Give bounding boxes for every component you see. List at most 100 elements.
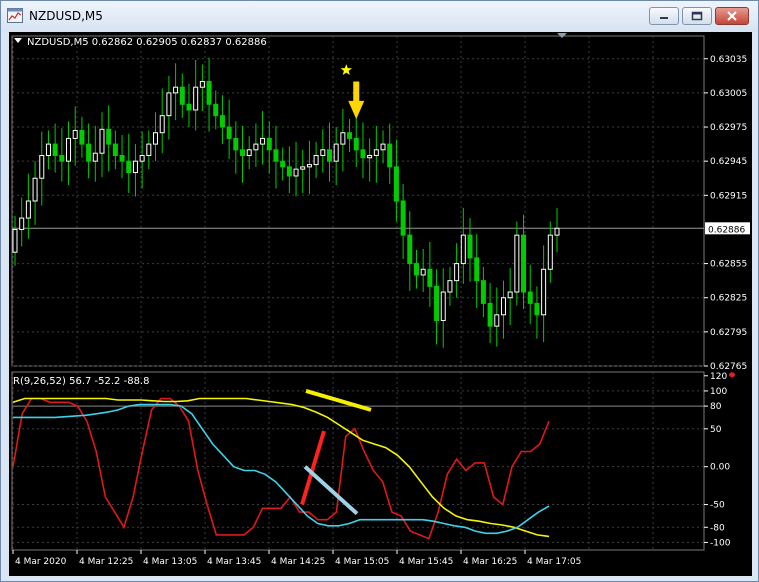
y-tick-label: 0.63005	[710, 89, 747, 99]
candle-body	[186, 103, 192, 111]
candle-body	[219, 115, 225, 128]
candle-body	[32, 177, 38, 202]
star-icon	[340, 64, 352, 75]
candle-body	[132, 160, 138, 174]
candle-body	[106, 128, 112, 145]
candle-body	[146, 143, 152, 156]
candle-body	[487, 302, 493, 327]
candle-body	[420, 268, 426, 276]
y-tick-label: 0.62765	[710, 362, 747, 372]
candle-body	[45, 143, 51, 156]
x-tick-label: 4 Mar 17:05	[527, 557, 581, 567]
candle-body	[500, 297, 506, 316]
indicator-pane-border	[11, 371, 705, 551]
candle-body	[507, 291, 513, 299]
candle-body	[86, 143, 92, 162]
maximize-button[interactable]	[682, 7, 712, 25]
candle-body	[474, 257, 480, 282]
candle-body	[427, 268, 433, 287]
candle-body	[233, 137, 239, 151]
candle-body	[193, 86, 199, 111]
candle-body	[92, 152, 98, 162]
candle-body	[246, 149, 252, 156]
candle-body	[153, 132, 159, 145]
candle-body	[521, 234, 527, 293]
candle-body	[407, 234, 413, 265]
indicator-dot	[729, 372, 735, 378]
candle-body	[353, 137, 359, 151]
chart-area[interactable]: 4 Mar 2020 4 Mar 12:25 4 Mar 13:05 4 Mar 13…	[9, 32, 752, 576]
y-tick-label: 80	[710, 402, 722, 412]
candle-body	[280, 160, 286, 168]
terminal-window: NZDUSD,M5 4 Mar 2020 4 Mar 12:25 4 Mar 13:…	[0, 0, 759, 582]
chart-menu-triangle-icon[interactable]	[14, 38, 22, 43]
candle-body	[534, 302, 540, 316]
trendline-yellow	[305, 389, 372, 412]
candle-body	[541, 268, 547, 316]
candle-body	[387, 143, 393, 168]
down-arrow-icon	[348, 81, 365, 120]
candle-body	[166, 92, 172, 117]
candle-body	[173, 86, 179, 94]
candle-body	[119, 154, 125, 162]
candle-body	[112, 143, 118, 156]
x-tick-label: 4 Mar 13:45	[207, 557, 261, 567]
x-tick-label: 4 Mar 14:25	[271, 557, 325, 567]
candle-body	[226, 126, 232, 139]
candle-body	[527, 291, 533, 304]
candle-body	[213, 103, 219, 117]
candle-body	[333, 143, 339, 162]
candle-body	[79, 129, 85, 145]
y-tick-label: -50	[710, 501, 725, 511]
y-tick-label: -80	[710, 523, 725, 533]
title-bar[interactable]: NZDUSD,M5	[1, 1, 758, 32]
x-tick-label: 4 Mar 15:45	[399, 557, 453, 567]
x-tick-label: 4 Mar 12:25	[79, 557, 133, 567]
candle-body	[313, 154, 319, 166]
candle-body	[480, 280, 486, 304]
y-tick-label: 0.62975	[710, 123, 747, 133]
close-button[interactable]	[715, 7, 749, 25]
trendline-lightblue	[303, 465, 359, 516]
candle-body	[240, 149, 246, 156]
candle-body	[434, 285, 440, 321]
x-tick-label: 4 Mar 2020	[15, 557, 67, 567]
candle-body	[367, 154, 373, 159]
candle-body	[360, 149, 366, 159]
candle-body	[347, 132, 353, 139]
y-tick-label: 100	[710, 387, 727, 397]
y-tick-label: 0.62945	[710, 157, 747, 167]
chart-window-icon	[7, 8, 23, 23]
x-tick-label: 4 Mar 16:25	[463, 557, 517, 567]
candle-body	[400, 200, 406, 236]
minimize-button[interactable]	[649, 7, 679, 25]
window-title: NZDUSD,M5	[29, 9, 103, 23]
candle-body	[514, 234, 520, 293]
candle-body	[460, 234, 466, 265]
candle-body	[12, 228, 18, 253]
x-tick-label: 4 Mar 13:05	[143, 557, 197, 567]
candle-body	[380, 143, 386, 151]
candle-body	[340, 132, 346, 145]
candle-body	[293, 168, 299, 177]
y-tick-label: 0.62825	[710, 294, 747, 304]
candle-body	[467, 234, 473, 259]
candle-body	[126, 160, 132, 174]
candle-body	[39, 154, 45, 179]
series-line-red	[12, 397, 550, 540]
candle-body	[547, 234, 553, 270]
candle-body	[19, 217, 25, 230]
y-tick-label: 120	[710, 372, 727, 382]
candle-body	[66, 137, 72, 162]
candle-body	[286, 166, 292, 177]
candle-body	[413, 263, 419, 276]
candle-body	[206, 81, 212, 105]
y-tick-label: -100	[710, 538, 731, 548]
candle-body	[266, 137, 272, 151]
symbol-ohlc-label: NZDUSD,M5 0.62862 0.62905 0.62837 0.6288…	[27, 37, 267, 48]
chart-canvas[interactable]: 4 Mar 2020 4 Mar 12:25 4 Mar 13:05 4 Mar 13…	[9, 32, 752, 576]
indicator-label: R(9,26,52) 56.7 -52.2 -88.8	[13, 376, 149, 387]
candle-body	[300, 166, 306, 170]
y-tick-label: 0.62795	[710, 328, 747, 338]
candle-body	[179, 86, 185, 105]
